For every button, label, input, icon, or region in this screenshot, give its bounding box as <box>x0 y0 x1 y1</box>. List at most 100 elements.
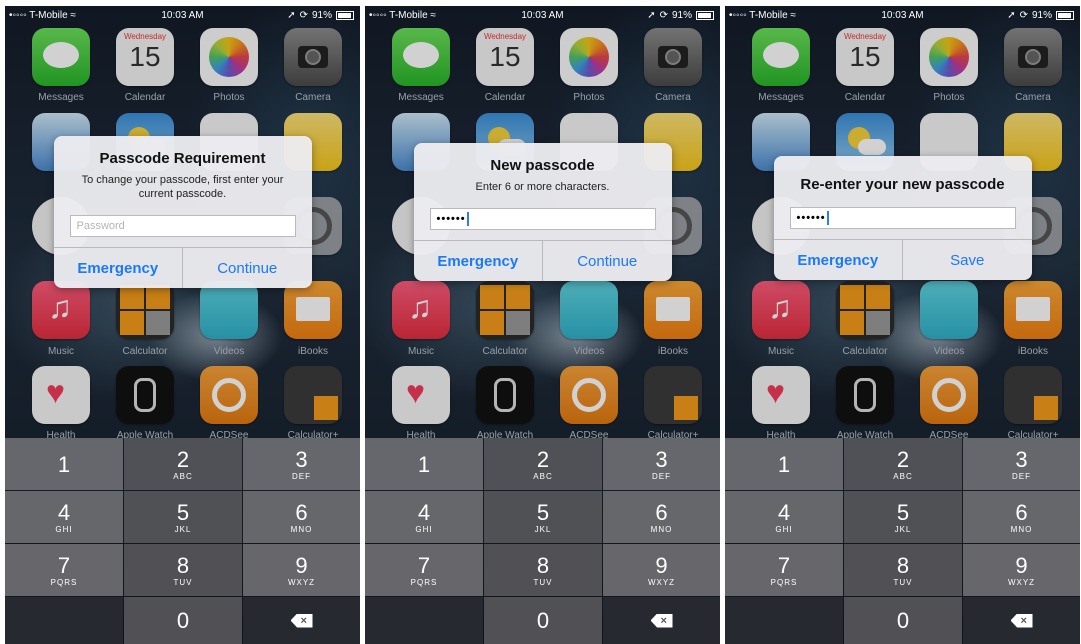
camera-app-icon[interactable] <box>644 28 702 86</box>
calculator-plus-app-icon[interactable] <box>284 366 342 424</box>
battery-icon <box>336 11 354 20</box>
acdsee-app-icon[interactable] <box>200 366 258 424</box>
key-3[interactable]: 3 DEF <box>963 438 1080 490</box>
battery-icon <box>696 11 714 20</box>
calendar-day: Wednesday <box>123 32 167 41</box>
key-1[interactable]: 1 <box>5 438 123 490</box>
key-2[interactable]: 2 ABC <box>124 438 242 490</box>
photos-app-icon[interactable] <box>920 28 978 86</box>
continue-button[interactable]: Continue <box>542 241 672 281</box>
location-icon: ➚ <box>1007 10 1016 21</box>
messages-app-icon[interactable] <box>752 28 810 86</box>
acdsee-app-icon[interactable] <box>920 366 978 424</box>
key-6[interactable]: 6 MNO <box>603 491 720 543</box>
numeric-keypad: 1 2 ABC 3 DEF 4 GHI 5 JKL 6 MNO 7 PQRS 8 TUV 9 WXYZ 0 × <box>365 438 720 644</box>
key-7[interactable]: 7 PQRS <box>725 544 843 596</box>
calendar-app-icon[interactable]: Wednesday 15 <box>476 28 534 86</box>
ibooks-app-icon[interactable] <box>1004 281 1062 339</box>
numeric-keypad: 1 2 ABC 3 DEF 4 GHI 5 JKL 6 MNO 7 PQRS 8 TUV 9 WXYZ 0 × <box>5 438 360 644</box>
music-note-icon: ♫ <box>768 289 792 325</box>
calendar-app-icon[interactable]: Wednesday 15 <box>836 28 894 86</box>
key-0[interactable]: 0 <box>484 597 602 644</box>
photos-app-icon[interactable] <box>560 28 618 86</box>
dialog-title: New passcode <box>490 157 595 174</box>
continue-button[interactable]: Continue <box>182 248 312 288</box>
key-letters: PQRS <box>770 577 798 587</box>
key-6[interactable]: 6 MNO <box>243 491 360 543</box>
key-9[interactable]: 9 WXYZ <box>963 544 1080 596</box>
apple-watch-app-icon[interactable] <box>116 366 174 424</box>
passcode-dialog: Passcode Requirement To change your pass… <box>53 136 312 288</box>
calculator-app-icon[interactable] <box>116 281 174 339</box>
emergency-button[interactable]: Emergency <box>774 240 903 280</box>
key-0[interactable]: 0 <box>124 597 242 644</box>
key-8[interactable]: 8 TUV <box>124 544 242 596</box>
messages-app-icon[interactable] <box>32 28 90 86</box>
music-label: Music <box>767 346 795 357</box>
calendar-label: Calendar <box>844 92 886 103</box>
key-5[interactable]: 5 JKL <box>484 491 602 543</box>
key-digit: 6 <box>295 499 308 525</box>
videos-app-icon[interactable] <box>920 281 978 339</box>
key-3[interactable]: 3 DEF <box>243 438 360 490</box>
password-field[interactable]: Password <box>69 215 296 237</box>
health-app-icon[interactable]: ♥ <box>32 366 90 424</box>
key-7[interactable]: 7 PQRS <box>365 544 483 596</box>
ibooks-label: iBooks <box>657 346 688 357</box>
camera-app-icon[interactable] <box>284 28 342 86</box>
calculator-plus-app-icon[interactable] <box>1004 366 1062 424</box>
key-digit: 0 <box>176 608 190 633</box>
key-1[interactable]: 1 <box>725 438 843 490</box>
delete-key[interactable]: × <box>243 597 360 644</box>
emergency-button[interactable]: Emergency <box>54 248 183 288</box>
calendar-app-icon[interactable]: Wednesday 15 <box>116 28 174 86</box>
ibooks-app-icon[interactable] <box>284 281 342 339</box>
key-4[interactable]: 4 GHI <box>365 491 483 543</box>
health-app-icon[interactable]: ♥ <box>752 366 810 424</box>
delete-key[interactable]: × <box>603 597 720 644</box>
key-9[interactable]: 9 WXYZ <box>603 544 720 596</box>
messages-app-icon[interactable] <box>392 28 450 86</box>
key-digit: 2 <box>536 446 550 472</box>
delete-key[interactable]: × <box>963 597 1080 644</box>
passcode-dots: •••••• <box>796 212 826 224</box>
videos-app-icon[interactable] <box>560 281 618 339</box>
key-8[interactable]: 8 TUV <box>484 544 602 596</box>
camera-app-icon[interactable] <box>1004 28 1062 86</box>
passcode-field[interactable]: •••••• <box>789 207 1016 229</box>
key-0[interactable]: 0 <box>844 597 962 644</box>
apple-watch-app-icon[interactable] <box>836 366 894 424</box>
calculator-app-icon[interactable] <box>476 281 534 339</box>
key-1[interactable]: 1 <box>365 438 483 490</box>
key-4[interactable]: 4 GHI <box>5 491 123 543</box>
key-5[interactable]: 5 JKL <box>124 491 242 543</box>
calculator-app-icon[interactable] <box>836 281 894 339</box>
key-6[interactable]: 6 MNO <box>963 491 1080 543</box>
key-digit: 4 <box>417 499 431 525</box>
empty-key <box>725 597 843 644</box>
apple-watch-app-icon[interactable] <box>476 366 534 424</box>
save-button[interactable]: Save <box>902 240 1032 280</box>
calculator-plus-app-icon[interactable] <box>644 366 702 424</box>
passcode-field[interactable]: •••••• <box>429 208 656 230</box>
key-5[interactable]: 5 JKL <box>844 491 962 543</box>
key-3[interactable]: 3 DEF <box>603 438 720 490</box>
videos-app-icon[interactable] <box>200 281 258 339</box>
music-app-icon[interactable]: ♫ <box>752 281 810 339</box>
music-app-icon[interactable]: ♫ <box>392 281 450 339</box>
battery-percent: 91% <box>671 10 692 21</box>
key-4[interactable]: 4 GHI <box>725 491 843 543</box>
acdsee-app-icon[interactable] <box>560 366 618 424</box>
key-7[interactable]: 7 PQRS <box>5 544 123 596</box>
photos-app-icon[interactable] <box>200 28 258 86</box>
key-2[interactable]: 2 ABC <box>484 438 602 490</box>
music-app-icon[interactable]: ♫ <box>32 281 90 339</box>
key-9[interactable]: 9 WXYZ <box>243 544 360 596</box>
key-8[interactable]: 8 TUV <box>844 544 962 596</box>
ibooks-app-icon[interactable] <box>644 281 702 339</box>
key-digit: 2 <box>176 446 190 472</box>
emergency-button[interactable]: Emergency <box>414 241 543 281</box>
key-digit: 7 <box>777 552 791 578</box>
key-2[interactable]: 2 ABC <box>844 438 962 490</box>
health-app-icon[interactable]: ♥ <box>392 366 450 424</box>
